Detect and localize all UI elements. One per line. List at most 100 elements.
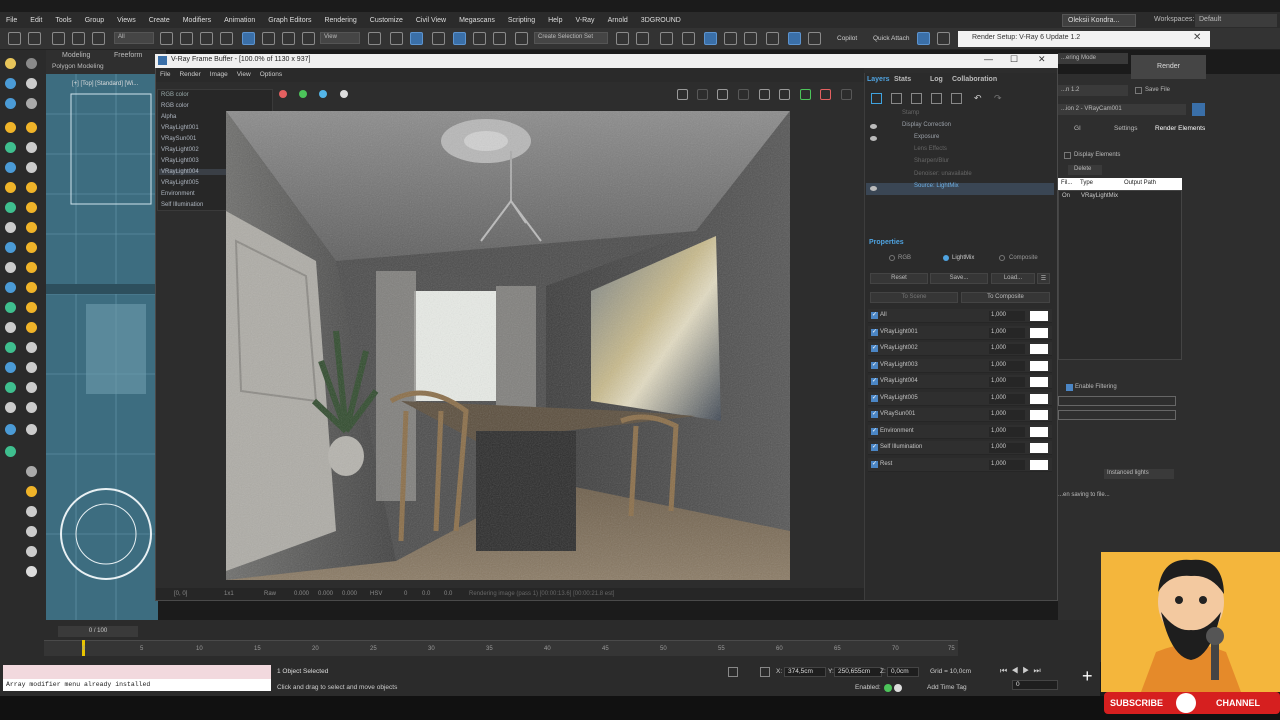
instanced-lights-dropdown[interactable]: Instanced lights <box>1104 469 1174 479</box>
bind-space-warp-icon[interactable] <box>92 32 105 45</box>
tab-log[interactable]: Log <box>930 76 943 83</box>
rect-selection-icon[interactable] <box>200 32 213 45</box>
light-color-swatch[interactable] <box>1030 410 1048 420</box>
lightmix-row[interactable]: ✓ VRayLight003 1,000 <box>868 359 1052 373</box>
minimize-icon[interactable]: — <box>984 54 993 64</box>
col-filter[interactable]: Fil... <box>1061 180 1072 186</box>
viewport-top[interactable] <box>46 74 158 620</box>
time-slider[interactable]: 0 / 100 <box>58 626 138 637</box>
element-row-on[interactable]: On <box>1062 193 1070 199</box>
menu-views[interactable]: Views <box>117 17 136 24</box>
vfb-menu-options[interactable]: Options <box>260 71 282 78</box>
enabled-toggle-icon[interactable] <box>894 684 902 692</box>
menu-animation[interactable]: Animation <box>224 17 255 24</box>
utilities-panel-icon[interactable] <box>26 98 37 109</box>
render-teapot-icon[interactable] <box>841 89 852 100</box>
row-checkbox[interactable]: ✓ <box>871 428 878 435</box>
stop-render-icon[interactable] <box>820 89 831 100</box>
menu-civil-view[interactable]: Civil View <box>416 17 446 24</box>
viewport-label[interactable]: [+] [Top] [Standard] [Wi... <box>72 81 138 87</box>
mode-rgb-radio[interactable] <box>889 255 895 261</box>
scale-icon[interactable] <box>282 32 295 45</box>
render-setup-close-icon[interactable]: ✕ <box>1193 32 1201 43</box>
subscribe-banner[interactable]: SUBSCRIBE CHANNEL <box>1104 692 1280 714</box>
vray-icon[interactable] <box>937 32 950 45</box>
ribbon-tab-modeling[interactable]: Modeling <box>62 52 90 59</box>
channel-item[interactable]: Environment <box>161 191 195 197</box>
maxscript-listener-input[interactable]: Array modifier menu already installed <box>3 679 271 691</box>
channel-item[interactable]: VRayLight002 <box>161 147 199 153</box>
mono-channel-icon[interactable] <box>340 90 348 98</box>
menu-graph-editors[interactable]: Graph Editors <box>268 17 311 24</box>
region-render-icon[interactable] <box>717 89 728 100</box>
workspaces-dropdown[interactable]: Default <box>1195 14 1277 27</box>
z-coordinate[interactable]: 0,0cm <box>887 667 919 677</box>
vray-light-lister-icon[interactable] <box>26 322 37 333</box>
select-object-icon[interactable] <box>160 32 173 45</box>
cubes-tool-icon[interactable] <box>26 486 37 497</box>
playback-controls-icon[interactable]: ⏮◀▶⏭ <box>1000 666 1045 676</box>
delete-layer-icon[interactable] <box>891 93 902 104</box>
save-file-checkbox[interactable] <box>1135 87 1142 94</box>
teapot-tool-icon[interactable] <box>26 526 37 537</box>
channel-item[interactable]: VRaySun001 <box>161 136 196 142</box>
render-image[interactable] <box>226 111 790 580</box>
save-button[interactable]: Save... <box>930 273 988 284</box>
eye-icon[interactable] <box>870 124 877 129</box>
copilot-button[interactable]: Copilot <box>837 35 857 42</box>
renderer-version-dropdown[interactable]: ...n 1.2 <box>1058 85 1128 96</box>
menu-scripting[interactable]: Scripting <box>508 17 535 24</box>
menu-v-ray[interactable]: V-Ray <box>576 17 595 24</box>
row-checkbox[interactable]: ✓ <box>871 345 878 352</box>
maxscript-listener-output[interactable] <box>3 665 271 679</box>
redo-icon[interactable] <box>28 32 41 45</box>
refresh-render-icon[interactable] <box>800 89 811 100</box>
vray-ambient-icon[interactable] <box>26 282 37 293</box>
region-select-icon[interactable] <box>759 89 770 100</box>
fire-tool-icon[interactable] <box>5 446 16 457</box>
raw-toggle[interactable]: Raw <box>264 591 276 597</box>
vray-chaos-icon[interactable] <box>26 382 37 393</box>
menu-file[interactable]: File <box>6 17 17 24</box>
lightmix-row[interactable]: ✓ All 1,000 <box>868 309 1052 323</box>
menu-help[interactable]: Help <box>548 17 562 24</box>
atom-tool-icon[interactable] <box>26 506 37 517</box>
vray-plane-icon[interactable] <box>5 242 16 253</box>
rs-tab-render-elements[interactable]: Render Elements <box>1155 125 1205 132</box>
helper-tool-icon[interactable] <box>26 162 37 173</box>
lightmix-row[interactable]: ✓ VRayLight005 1,000 <box>868 392 1052 406</box>
light-color-swatch[interactable] <box>1030 460 1048 470</box>
vray-sun-icon[interactable] <box>26 182 37 193</box>
lightmix-menu-button[interactable]: ☰ <box>1037 273 1050 284</box>
align-icon[interactable] <box>636 32 649 45</box>
display-elements-checkbox[interactable] <box>1064 152 1071 159</box>
vray-logo-icon[interactable] <box>26 566 37 577</box>
enabled-toggle-icon[interactable] <box>884 684 892 692</box>
light-tool-icon[interactable] <box>5 122 16 133</box>
hierarchy-panel-icon[interactable] <box>5 78 16 89</box>
channel-selected[interactable]: RGB color <box>161 92 189 98</box>
mode-lightmix-radio[interactable] <box>943 255 949 261</box>
vray-proxy-icon[interactable] <box>5 202 16 213</box>
menu-3dground[interactable]: 3DGROUND <box>641 17 681 24</box>
light-color-swatch[interactable] <box>1030 443 1048 453</box>
light-multiplier[interactable]: 1,000 <box>989 344 1025 354</box>
y-coordinate[interactable]: 250,655cm <box>834 667 882 677</box>
track-mouse-icon[interactable] <box>779 89 790 100</box>
snaps-toggle-icon[interactable] <box>432 32 445 45</box>
layer-explorer-icon[interactable] <box>682 32 695 45</box>
menu-arnold[interactable]: Arnold <box>608 17 628 24</box>
sphere-tool-icon[interactable] <box>26 466 37 477</box>
light-multiplier[interactable]: 1,000 <box>989 377 1025 387</box>
vray-ies-icon[interactable] <box>26 222 37 233</box>
green-channel-icon[interactable] <box>299 90 307 98</box>
mode-composite-radio[interactable] <box>999 255 1005 261</box>
load-image-icon[interactable] <box>697 89 708 100</box>
maximize-icon[interactable]: ☐ <box>1010 54 1018 65</box>
selection-filter-dropdown[interactable]: All <box>114 32 154 44</box>
geometry-tool-icon[interactable] <box>5 142 16 153</box>
tab-layers[interactable]: Layers <box>867 76 890 83</box>
filter-field-1[interactable] <box>1058 396 1176 406</box>
vray-mesh-light-icon[interactable] <box>26 262 37 273</box>
menu-modifiers[interactable]: Modifiers <box>183 17 211 24</box>
